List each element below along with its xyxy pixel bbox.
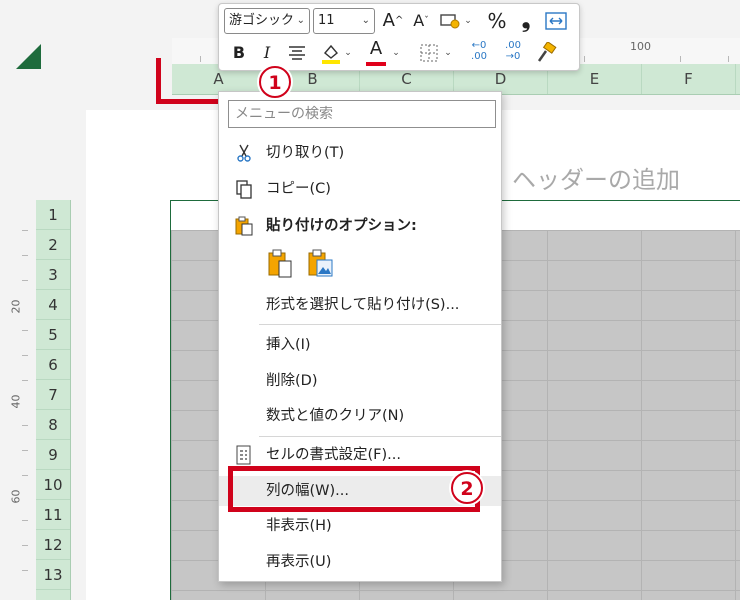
font-color-letter: A bbox=[369, 38, 383, 59]
menu-item-label: 数式と値のクリア(N) bbox=[266, 408, 405, 424]
copy-icon bbox=[236, 180, 252, 199]
ruler-label: 60 bbox=[9, 489, 23, 504]
chevron-down-icon: ⌄ bbox=[361, 15, 370, 26]
menu-item-insert[interactable]: 挿入(I) bbox=[219, 330, 501, 360]
scissors-icon bbox=[237, 144, 251, 162]
font-color-button[interactable]: A bbox=[365, 36, 387, 66]
row-header[interactable]: 8 bbox=[36, 410, 70, 440]
chevron-down-icon: ⌄ bbox=[296, 15, 305, 26]
menu-item-paste-special[interactable]: 形式を選択して貼り付け(S)... bbox=[219, 290, 501, 320]
comma-style-button[interactable]: ❟ bbox=[515, 8, 537, 34]
row-header[interactable]: 9 bbox=[36, 440, 70, 470]
menu-item-label: 形式を選択して貼り付け(S)... bbox=[266, 297, 460, 313]
format-cells-icon bbox=[236, 445, 251, 465]
decrease-font-size-icon[interactable]: Aˇ bbox=[409, 8, 433, 34]
row-header[interactable]: 4 bbox=[36, 290, 70, 320]
font-name-value: 游ゴシック bbox=[229, 13, 295, 28]
font-size-value: 11 bbox=[318, 13, 335, 28]
mini-toolbar: 游ゴシック ⌄ 11 ⌄ A^ Aˇ ⌄ % ❟ B I ⌄ A ⌄ ⌄ ←0 … bbox=[218, 3, 580, 71]
format-painter-icon[interactable] bbox=[533, 40, 559, 66]
paste-picture-icon[interactable] bbox=[307, 249, 335, 279]
menu-item-label: コピー(C) bbox=[266, 181, 331, 197]
menu-separator bbox=[259, 324, 501, 325]
select-all-corner[interactable] bbox=[16, 44, 41, 69]
step-badge-2: 2 bbox=[451, 472, 483, 504]
increase-decimal-button[interactable]: ←0 .00 bbox=[465, 40, 493, 66]
row-header[interactable]: 10 bbox=[36, 470, 70, 500]
fill-color-icon[interactable] bbox=[319, 40, 343, 66]
menu-search-input[interactable]: メニューの検索 bbox=[228, 100, 496, 128]
highlight-box-column-width bbox=[228, 466, 480, 512]
chevron-down-icon[interactable]: ⌄ bbox=[343, 40, 353, 66]
column-header-f[interactable]: F bbox=[642, 64, 736, 94]
add-header-placeholder[interactable]: ヘッダーの追加 bbox=[512, 160, 680, 195]
menu-item-clear[interactable]: 数式と値のクリア(N) bbox=[219, 401, 501, 431]
borders-icon[interactable] bbox=[417, 40, 441, 66]
increase-font-size-icon[interactable]: A^ bbox=[381, 8, 405, 34]
paste-icon[interactable] bbox=[267, 249, 295, 279]
row-header-bar: 1 2 3 4 5 6 7 8 9 10 11 12 13 bbox=[36, 200, 71, 600]
row-header[interactable]: 11 bbox=[36, 500, 70, 530]
row-header[interactable]: 5 bbox=[36, 320, 70, 350]
row-header[interactable]: 2 bbox=[36, 230, 70, 260]
row-header[interactable]: 3 bbox=[36, 260, 70, 290]
chevron-down-icon[interactable]: ⌄ bbox=[391, 40, 401, 66]
number-format-icon[interactable] bbox=[439, 8, 461, 34]
menu-item-label: 貼り付けのオプション: bbox=[266, 218, 417, 234]
menu-item-label: 再表示(U) bbox=[266, 554, 332, 570]
font-size-combo[interactable]: 11 ⌄ bbox=[313, 8, 375, 34]
row-header[interactable]: 12 bbox=[36, 530, 70, 560]
menu-item-delete[interactable]: 削除(D) bbox=[219, 366, 501, 396]
row-header[interactable]: 6 bbox=[36, 350, 70, 380]
vertical-ruler: 20 40 60 bbox=[0, 110, 30, 600]
chevron-down-icon[interactable]: ⌄ bbox=[463, 8, 473, 34]
italic-button[interactable]: I bbox=[257, 40, 277, 66]
bold-button[interactable]: B bbox=[229, 40, 249, 66]
decrease-decimal-button[interactable]: .00 →0 bbox=[499, 40, 527, 66]
menu-item-hide[interactable]: 非表示(H) bbox=[219, 511, 501, 541]
row-header[interactable]: 1 bbox=[36, 200, 70, 230]
step-badge-1: 1 bbox=[259, 66, 291, 98]
menu-item-label: 切り取り(T) bbox=[266, 145, 345, 161]
menu-item-label: 非表示(H) bbox=[266, 518, 332, 534]
ruler-label: 40 bbox=[9, 394, 23, 409]
wrap-text-icon[interactable] bbox=[543, 8, 569, 34]
ruler-label: 100 bbox=[630, 40, 651, 53]
row-header[interactable]: 7 bbox=[36, 380, 70, 410]
menu-item-cut[interactable]: 切り取り(T) bbox=[219, 138, 501, 168]
menu-item-copy[interactable]: コピー(C) bbox=[219, 174, 501, 204]
chevron-down-icon[interactable]: ⌄ bbox=[443, 40, 453, 66]
align-center-icon[interactable] bbox=[285, 40, 309, 66]
menu-item-label: 削除(D) bbox=[266, 373, 318, 389]
menu-item-unhide[interactable]: 再表示(U) bbox=[219, 547, 501, 577]
row-header[interactable]: 13 bbox=[36, 560, 70, 590]
menu-item-paste-options: 貼り付けのオプション: bbox=[219, 211, 501, 241]
percent-style-button[interactable]: % bbox=[485, 8, 509, 34]
menu-item-label: 挿入(I) bbox=[266, 337, 311, 353]
menu-separator bbox=[259, 436, 501, 437]
ruler-label: 20 bbox=[9, 299, 23, 314]
clipboard-icon bbox=[235, 216, 253, 236]
font-name-combo[interactable]: 游ゴシック ⌄ bbox=[224, 8, 310, 34]
